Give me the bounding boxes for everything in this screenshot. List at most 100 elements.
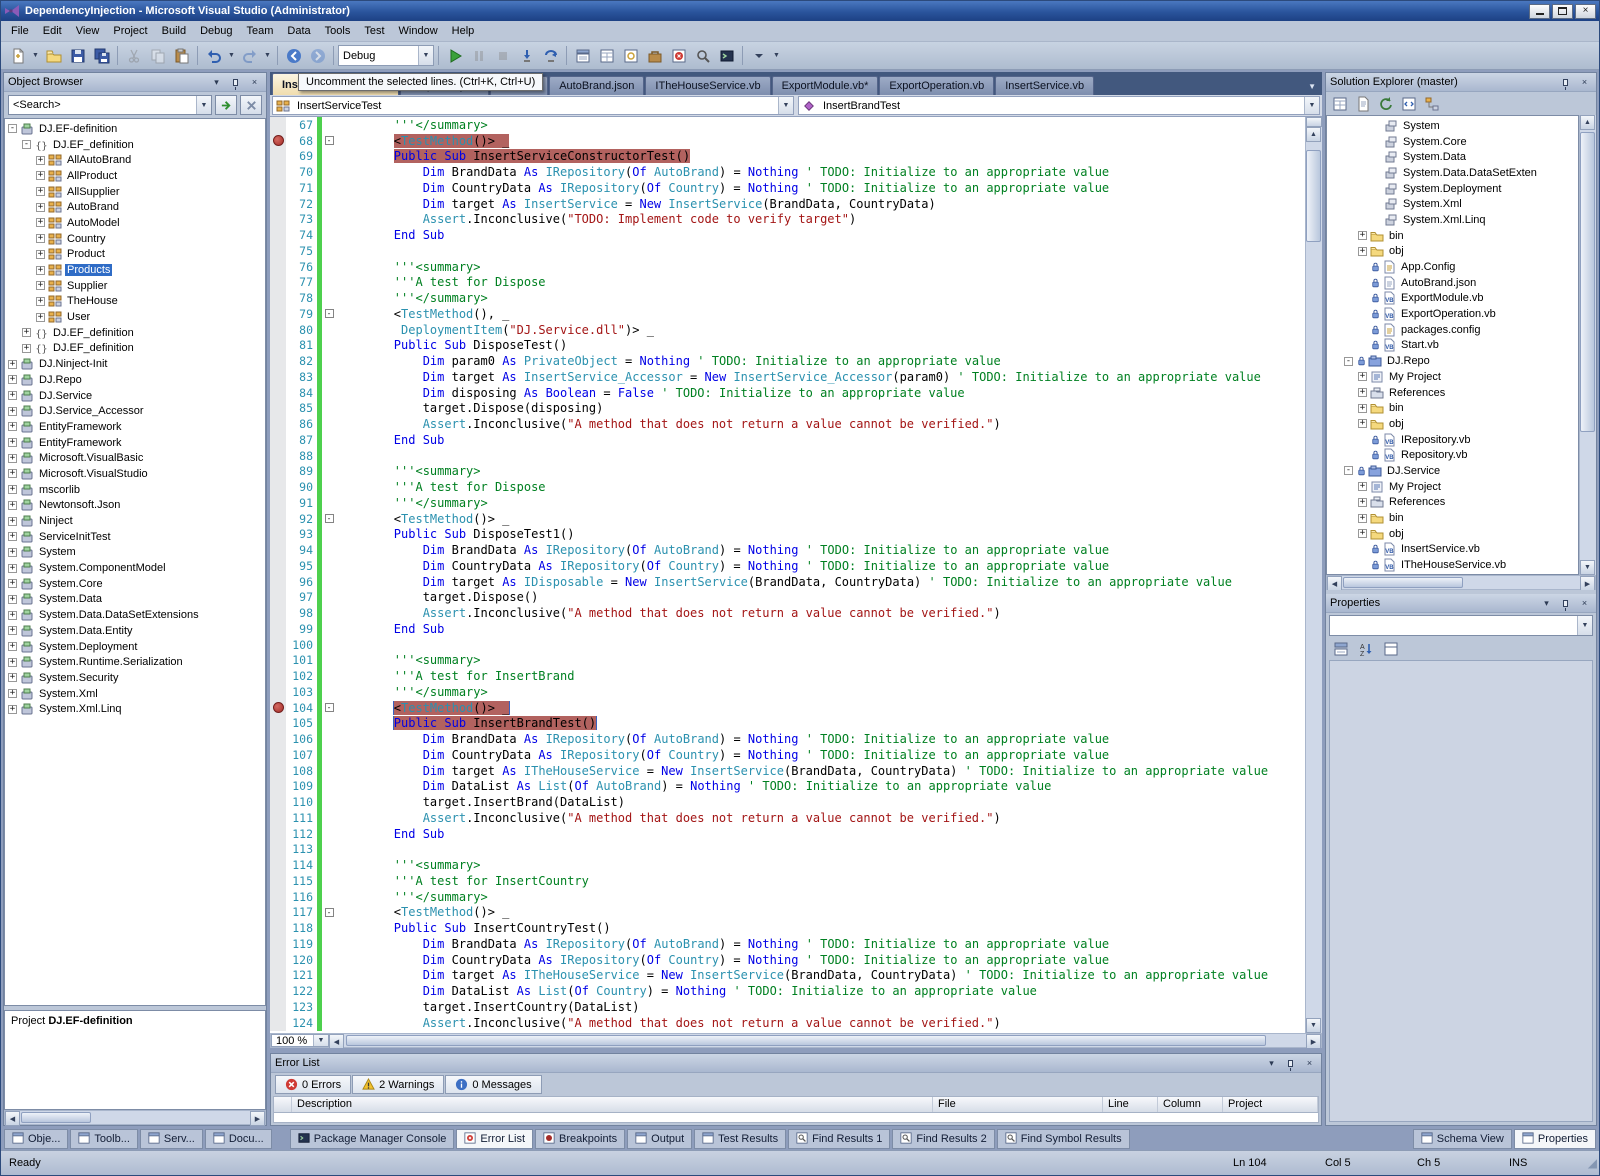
tree-item[interactable]: + References	[1327, 385, 1578, 401]
breakpoint-margin[interactable]	[270, 621, 286, 637]
code-line[interactable]: 90 '''A test for Dispose	[270, 479, 1305, 495]
collapse-region-icon[interactable]: -	[324, 514, 334, 524]
code-line[interactable]: 93 Public Sub DisposeTest1()	[270, 526, 1305, 543]
expand-icon[interactable]: +	[8, 673, 17, 683]
code-line[interactable]: 97 target.Dispose()	[270, 589, 1305, 606]
expand-icon[interactable]: +	[8, 626, 17, 636]
tree-item[interactable]: + System.Data.Entity	[5, 623, 265, 639]
zoom-selector[interactable]: 100 % ▼	[271, 1034, 329, 1047]
paste-button[interactable]	[170, 44, 193, 67]
breakpoint-margin[interactable]	[270, 117, 286, 133]
expand-icon[interactable]: +	[1358, 231, 1367, 241]
code-line[interactable]: 69 Public Sub InsertServiceConstructorTe…	[270, 148, 1305, 165]
resize-grip[interactable]: ◢	[1579, 1156, 1597, 1170]
tab-breakpoints[interactable]: Breakpoints	[535, 1129, 626, 1149]
expand-icon[interactable]: +	[8, 547, 17, 557]
expand-icon[interactable]: +	[8, 704, 17, 714]
document-tab[interactable]: ITheHouseService.vb	[645, 76, 771, 95]
error-list-titlebar[interactable]: Error List ▾ ×	[271, 1054, 1321, 1073]
code-line[interactable]: 88	[270, 447, 1305, 464]
tree-item[interactable]: System.Core	[1327, 134, 1578, 150]
code-line[interactable]: 106 Dim BrandData As IRepository(Of Auto…	[270, 731, 1305, 747]
code-line[interactable]: 120 Dim CountryData As IRepository(Of Co…	[270, 951, 1305, 968]
collapse-region-icon[interactable]: -	[324, 136, 334, 146]
document-tab[interactable]: AutoBrand.json	[549, 76, 645, 95]
scroll-left-icon[interactable]: ◀	[1327, 576, 1342, 591]
tree-item[interactable]: + System.Data	[5, 592, 265, 608]
expand-icon[interactable]: +	[8, 453, 17, 463]
tree-item[interactable]: - DJ.Service	[1327, 463, 1578, 479]
chevron-down-icon[interactable]: ▼	[30, 44, 41, 67]
expand-icon[interactable]: +	[1358, 372, 1367, 382]
members-dropdown[interactable]: InsertBrandTest ▼	[798, 96, 1320, 115]
undo-button[interactable]	[202, 44, 225, 67]
tree-item[interactable]: VB ExportOperation.vb	[1327, 306, 1578, 322]
code-line[interactable]: 76 '''<summary>	[270, 258, 1305, 275]
title-bar[interactable]: DependencyInjection - Microsoft Visual S…	[1, 1, 1599, 21]
find-in-files-button[interactable]	[691, 44, 714, 67]
toolbox-button[interactable]	[643, 44, 666, 67]
expand-icon[interactable]: +	[8, 406, 17, 416]
expand-icon[interactable]: +	[8, 563, 17, 573]
menu-test[interactable]: Test	[357, 22, 391, 40]
code-line[interactable]: 79 - <TestMethod(), _	[270, 306, 1305, 322]
expand-icon[interactable]: +	[36, 312, 45, 322]
code-line[interactable]: 113	[270, 841, 1305, 858]
code-line[interactable]: 85 target.Dispose(disposing)	[270, 400, 1305, 417]
tree-item[interactable]: System	[1327, 118, 1578, 134]
code-line[interactable]: 77 '''A test for Dispose	[270, 274, 1305, 291]
expand-icon[interactable]: +	[8, 594, 17, 604]
tree-item[interactable]: + System.Runtime.Serialization	[5, 654, 265, 670]
tab-find-results-1[interactable]: Find Results 1	[788, 1129, 891, 1149]
chevron-down-icon[interactable]: ▼	[778, 97, 793, 114]
tree-item[interactable]: + DJ.Repo	[5, 372, 265, 388]
breakpoint-margin[interactable]	[270, 715, 286, 732]
tree-item[interactable]: + AutoBrand	[5, 199, 265, 215]
chevron-down-icon[interactable]: ▼	[1304, 97, 1319, 114]
document-tab[interactable]: ExportOperation.vb	[879, 76, 995, 95]
stop-debugging-button[interactable]	[491, 44, 514, 67]
breakpoint-margin[interactable]	[270, 542, 286, 558]
messages-filter-button[interactable]: 0 Messages	[445, 1075, 542, 1094]
chevron-down-icon[interactable]: ▼	[1577, 616, 1592, 635]
code-line[interactable]: 86 Assert.Inconclusive("A method that do…	[270, 416, 1305, 432]
tree-item[interactable]: + bin	[1327, 400, 1578, 416]
tree-item[interactable]: + {} DJ.EF_definition	[5, 325, 265, 341]
column-header-description[interactable]: Description	[292, 1097, 933, 1112]
code-line[interactable]: 68 - <TestMethod()> _	[270, 132, 1305, 149]
tab-find-symbol-results[interactable]: Find Symbol Results	[996, 1129, 1130, 1149]
tree-item[interactable]: + System	[5, 545, 265, 561]
solution-explorer-button[interactable]	[571, 44, 594, 67]
save-all-button[interactable]	[90, 44, 113, 67]
breakpoint-margin[interactable]	[270, 825, 286, 842]
property-pages-button[interactable]	[1379, 638, 1402, 661]
alphabetical-button[interactable]: AZ	[1354, 638, 1377, 661]
start-debugging-button[interactable]	[443, 44, 466, 67]
save-button[interactable]	[66, 44, 89, 67]
search-input[interactable]: <Search> ▼	[8, 95, 212, 115]
code-line[interactable]: 107 Dim CountryData As IRepository(Of Co…	[270, 747, 1305, 763]
column-header-column[interactable]: Column	[1158, 1097, 1223, 1112]
code-line[interactable]: 101 '''<summary>	[270, 652, 1305, 669]
code-line[interactable]: 75	[270, 243, 1305, 259]
code-line[interactable]: 103 '''</summary>	[270, 684, 1305, 700]
tree-item[interactable]: + EntityFramework	[5, 435, 265, 451]
breakpoint-margin[interactable]	[270, 400, 286, 417]
breakpoint-margin[interactable]	[270, 652, 286, 669]
tree-item[interactable]: + {} DJ.EF_definition	[5, 341, 265, 357]
tree-item[interactable]: + My Project	[1327, 479, 1578, 495]
document-tab[interactable]: ExportModule.vb*	[771, 76, 879, 95]
menu-help[interactable]: Help	[445, 22, 482, 40]
breakpoint-margin[interactable]	[270, 967, 286, 984]
scroll-thumb[interactable]	[1306, 150, 1321, 242]
breakpoint-margin[interactable]	[270, 384, 286, 401]
breakpoint-margin[interactable]	[270, 920, 286, 936]
code-line[interactable]: 117 - <TestMethod()> _	[270, 904, 1305, 921]
tree-item[interactable]: System.Data	[1327, 149, 1578, 165]
breakpoint-margin[interactable]	[270, 668, 286, 684]
code-line[interactable]: 89 '''<summary>	[270, 463, 1305, 480]
tree-item[interactable]: + Microsoft.VisualBasic	[5, 450, 265, 466]
scroll-thumb[interactable]	[21, 1112, 91, 1123]
fold-margin[interactable]: -	[322, 511, 336, 527]
code-line[interactable]: 84 Dim disposing As Boolean = False ' TO…	[270, 384, 1305, 401]
